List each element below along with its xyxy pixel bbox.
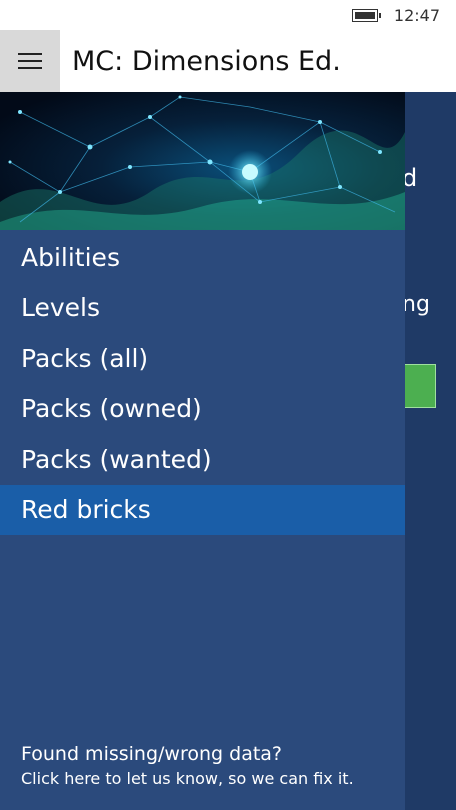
drawer-menu: Abilities Levels Packs (all) Packs (owne… <box>0 230 405 535</box>
clock: 12:47 <box>393 5 440 25</box>
background-text: ng <box>402 292 430 317</box>
menu-item-packs-owned[interactable]: Packs (owned) <box>0 384 405 435</box>
battery-icon <box>351 8 381 22</box>
navigation-drawer: Abilities Levels Packs (all) Packs (owne… <box>0 92 405 810</box>
menu-item-abilities[interactable]: Abilities <box>0 232 405 283</box>
app-screen: 12:47 MC: Dimensions Ed. d ng Abilities … <box>0 0 456 810</box>
menu-item-packs-all[interactable]: Packs (all) <box>0 333 405 384</box>
status-bar: 12:47 <box>0 0 456 30</box>
feedback-link[interactable]: Found missing/wrong data? Click here to … <box>21 743 354 788</box>
background-button[interactable] <box>404 364 436 408</box>
feedback-subtitle: Click here to let us know, so we can fix… <box>21 769 354 788</box>
hamburger-icon <box>18 53 42 55</box>
app-header: MC: Dimensions Ed. <box>0 30 456 92</box>
feedback-title: Found missing/wrong data? <box>21 743 283 765</box>
menu-item-levels[interactable]: Levels <box>0 283 405 334</box>
menu-item-packs-wanted[interactable]: Packs (wanted) <box>0 434 405 485</box>
page-title: MC: Dimensions Ed. <box>72 45 341 77</box>
menu-item-red-bricks[interactable]: Red bricks <box>0 484 405 535</box>
hamburger-menu-button[interactable] <box>0 30 60 92</box>
drawer-hero-image <box>0 92 405 230</box>
